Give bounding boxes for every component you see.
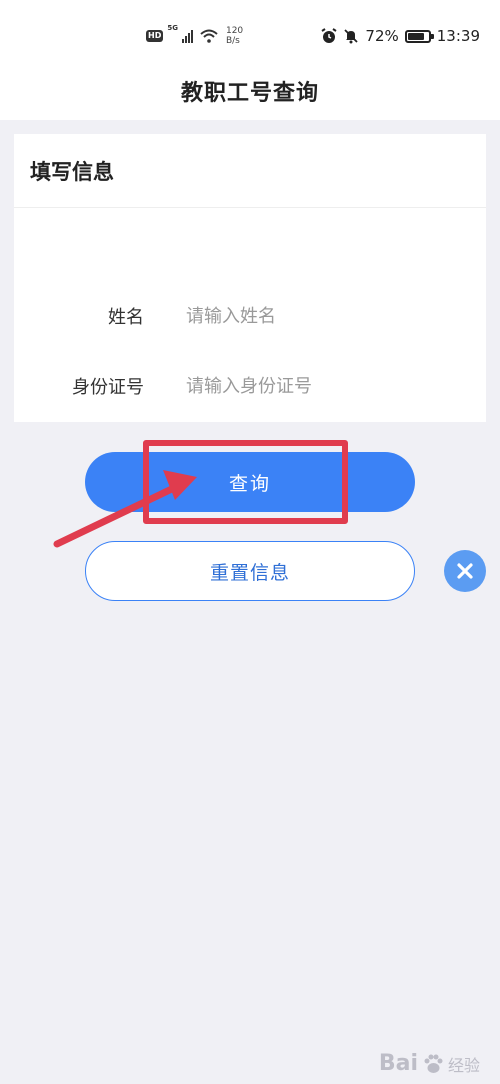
id-number-row: 身份证号 <box>14 366 486 406</box>
clock: 13:39 <box>436 27 480 45</box>
watermark-brand: Bai <box>378 1051 418 1076</box>
title-bar: 教职工号查询 <box>0 62 500 120</box>
watermark-sub: 经验 <box>447 1055 480 1075</box>
battery-percent: 72% <box>365 27 399 45</box>
paw-logo-icon <box>424 1054 443 1073</box>
status-right-group: 72% 13:39 <box>321 25 480 47</box>
page-title: 教职工号查询 <box>180 81 319 106</box>
form-card: 填写信息 姓名 身份证号 <box>14 134 486 422</box>
mute-bell-icon <box>344 29 359 44</box>
battery-icon <box>404 29 434 43</box>
battery-fill <box>407 32 424 40</box>
status-left-group: HD 5G 120 B/s <box>146 24 243 46</box>
card-header: 填写信息 <box>14 134 486 208</box>
hd-badge: HD <box>146 30 164 42</box>
reset-button[interactable]: 重置信息 <box>85 541 415 601</box>
net-speed-unit: B/s <box>225 36 240 46</box>
id-number-input[interactable] <box>186 375 446 397</box>
net-speed: 120 B/s <box>226 26 243 46</box>
wifi-icon <box>200 29 218 43</box>
baidu-watermark: Bai 经验 <box>379 1051 480 1076</box>
card-title: 填写信息 <box>30 159 114 184</box>
signal-icon <box>181 30 193 43</box>
id-number-label: 身份证号 <box>72 377 144 398</box>
name-input[interactable] <box>186 305 446 327</box>
net-speed-value: 120 <box>225 26 244 36</box>
close-button[interactable] <box>444 550 486 592</box>
signal-label: 5G <box>167 24 178 32</box>
annotation-highlight-box <box>143 440 348 524</box>
status-bar: HD 5G 120 B/s 72% 13:39 <box>0 0 500 62</box>
close-icon <box>457 563 473 579</box>
name-label: 姓名 <box>108 307 144 328</box>
alarm-icon <box>321 28 337 43</box>
name-row: 姓名 <box>14 296 486 336</box>
